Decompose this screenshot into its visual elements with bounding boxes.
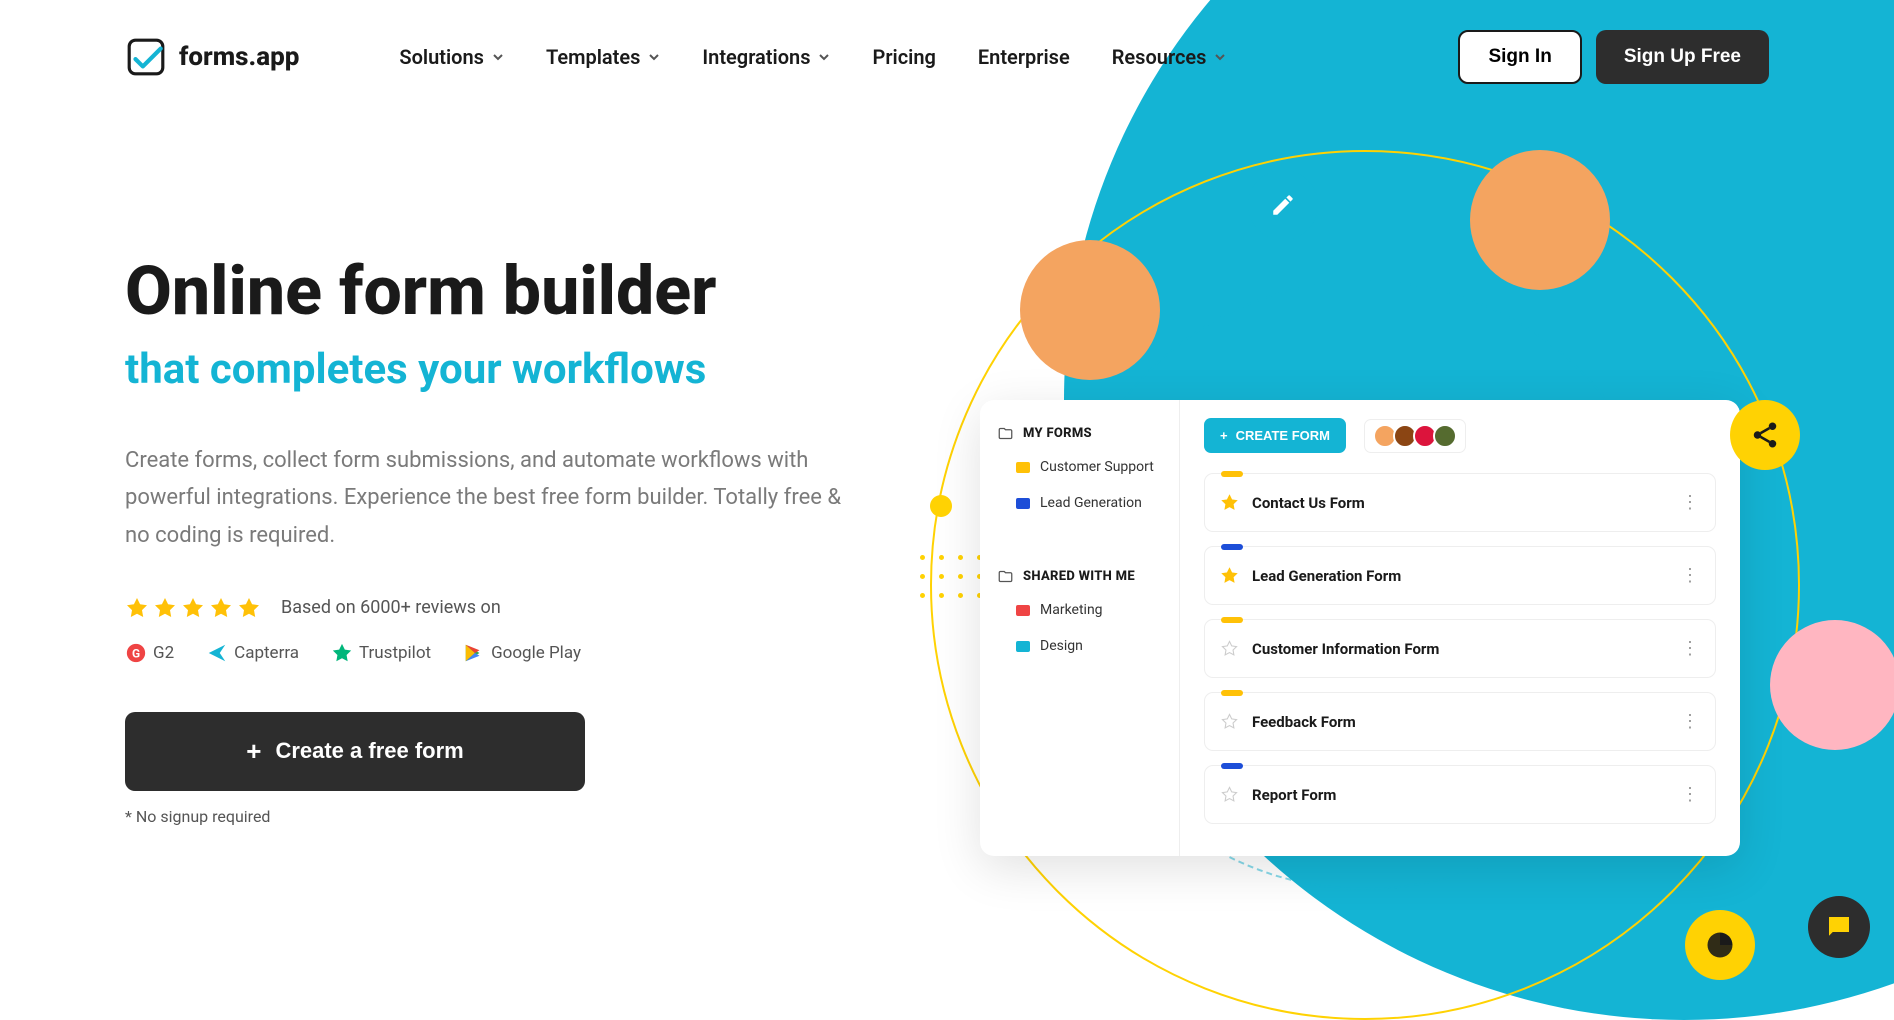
- form-name: Feedback Form: [1252, 713, 1356, 731]
- shared-section: SHARED WITH ME: [980, 561, 1179, 592]
- form-menu-icon[interactable]: ⋮: [1681, 638, 1699, 659]
- rating-row: Based on 6000+ reviews on: [125, 596, 845, 620]
- dashboard-main: + CREATE FORM Contact Us Form⋮Lead Gener…: [1180, 400, 1740, 856]
- form-item[interactable]: Lead Generation Form ⋮: [1204, 546, 1716, 605]
- yellow-dot: [930, 495, 952, 517]
- chat-widget[interactable]: [1808, 896, 1870, 958]
- form-item[interactable]: Report Form ⋮: [1204, 765, 1716, 824]
- nav-item-integrations[interactable]: Integrations: [702, 45, 830, 69]
- cta-label: Create a free form: [275, 738, 463, 764]
- cta-note: * No signup required: [125, 807, 845, 826]
- hero-title: Online form builder: [125, 254, 845, 329]
- platform-google-play[interactable]: Google Play: [463, 642, 581, 664]
- nav-item-resources[interactable]: Resources: [1112, 45, 1227, 69]
- platform-g2[interactable]: GG2: [125, 642, 174, 664]
- avatar-person-1: [1020, 240, 1160, 380]
- star-icon[interactable]: [1221, 567, 1238, 584]
- avatar-person-2: [1470, 150, 1610, 290]
- chevron-down-icon: [492, 51, 504, 63]
- logo-icon: [125, 36, 167, 78]
- nav-item-pricing[interactable]: Pricing: [872, 45, 935, 69]
- review-platforms: GG2 Capterra Trustpilot Google Play: [125, 642, 845, 664]
- star-icon[interactable]: [1221, 786, 1238, 803]
- header-actions: Sign In Sign Up Free: [1458, 30, 1769, 84]
- form-name: Lead Generation Form: [1252, 567, 1401, 585]
- edit-node: [1248, 170, 1318, 240]
- hero-subtitle: that completes your workflows: [125, 345, 845, 394]
- star-icon: [125, 596, 149, 620]
- form-item[interactable]: Contact Us Form ⋮: [1204, 473, 1716, 532]
- signin-button[interactable]: Sign In: [1458, 30, 1581, 84]
- my-forms-label: MY FORMS: [1023, 426, 1092, 441]
- create-form-cta[interactable]: + Create a free form: [125, 712, 585, 791]
- my-forms-section: MY FORMS: [980, 418, 1179, 449]
- user-avatar: [1433, 424, 1457, 448]
- star-icon: [181, 596, 205, 620]
- folder-icon: [998, 426, 1013, 441]
- pie-chart-icon: [1705, 930, 1735, 960]
- star-icon: [153, 596, 177, 620]
- chart-node: [1685, 910, 1755, 980]
- star-icon[interactable]: [1221, 713, 1238, 730]
- header: forms.app Solutions Templates Integrations…: [0, 0, 1894, 114]
- pencil-icon: [1270, 192, 1296, 218]
- chevron-down-icon: [1214, 51, 1226, 63]
- form-menu-icon[interactable]: ⋮: [1681, 492, 1699, 513]
- star-icon: [209, 596, 233, 620]
- form-menu-icon[interactable]: ⋮: [1681, 565, 1699, 586]
- logo-text: forms.app: [179, 42, 299, 72]
- star-icon[interactable]: [1221, 640, 1238, 657]
- chat-icon: [1824, 912, 1854, 942]
- chevron-down-icon: [818, 51, 830, 63]
- form-item[interactable]: Feedback Form ⋮: [1204, 692, 1716, 751]
- folder-design[interactable]: Design: [980, 628, 1179, 664]
- dashboard-sidebar: MY FORMS Customer SupportLead Generation…: [980, 400, 1180, 856]
- form-name: Contact Us Form: [1252, 494, 1365, 512]
- rating-text: Based on 6000+ reviews on: [281, 597, 501, 618]
- svg-text:G: G: [132, 647, 140, 661]
- hero-description: Create forms, collect form submissions, …: [125, 442, 845, 554]
- dashboard-mockup: MY FORMS Customer SupportLead Generation…: [980, 400, 1740, 856]
- create-form-button[interactable]: + CREATE FORM: [1204, 418, 1346, 453]
- plus-icon: +: [246, 736, 261, 767]
- main-nav: Solutions Templates Integrations Pricing Ent…: [399, 45, 1226, 69]
- rating-stars: [125, 596, 261, 620]
- shared-label: SHARED WITH ME: [1023, 569, 1135, 584]
- star-icon[interactable]: [1221, 494, 1238, 511]
- form-menu-icon[interactable]: ⋮: [1681, 711, 1699, 732]
- nav-item-solutions[interactable]: Solutions: [399, 45, 504, 69]
- chevron-down-icon: [648, 51, 660, 63]
- star-icon: [237, 596, 261, 620]
- platform-trustpilot[interactable]: Trustpilot: [331, 642, 431, 664]
- plus-icon: +: [1220, 428, 1228, 443]
- signup-button[interactable]: Sign Up Free: [1596, 30, 1769, 84]
- share-icon: [1750, 420, 1780, 450]
- user-avatars[interactable]: [1364, 419, 1466, 453]
- form-item[interactable]: Customer Information Form ⋮: [1204, 619, 1716, 678]
- logo[interactable]: forms.app: [125, 36, 299, 78]
- form-menu-icon[interactable]: ⋮: [1681, 784, 1699, 805]
- folder-marketing[interactable]: Marketing: [980, 592, 1179, 628]
- folder-customer-support[interactable]: Customer Support: [980, 449, 1179, 485]
- platform-capterra[interactable]: Capterra: [206, 642, 299, 664]
- dashboard-topbar: + CREATE FORM: [1204, 418, 1716, 453]
- hero-content: Online form builder that completes your …: [125, 254, 845, 826]
- form-name: Customer Information Form: [1252, 640, 1439, 658]
- form-name: Report Form: [1252, 786, 1336, 804]
- nav-item-templates[interactable]: Templates: [546, 45, 660, 69]
- share-node: [1730, 400, 1800, 470]
- create-form-label: CREATE FORM: [1236, 428, 1330, 443]
- avatar-person-3: [1770, 620, 1894, 750]
- nav-item-enterprise[interactable]: Enterprise: [978, 45, 1070, 69]
- shared-icon: [998, 569, 1013, 584]
- folder-lead-generation[interactable]: Lead Generation: [980, 485, 1179, 521]
